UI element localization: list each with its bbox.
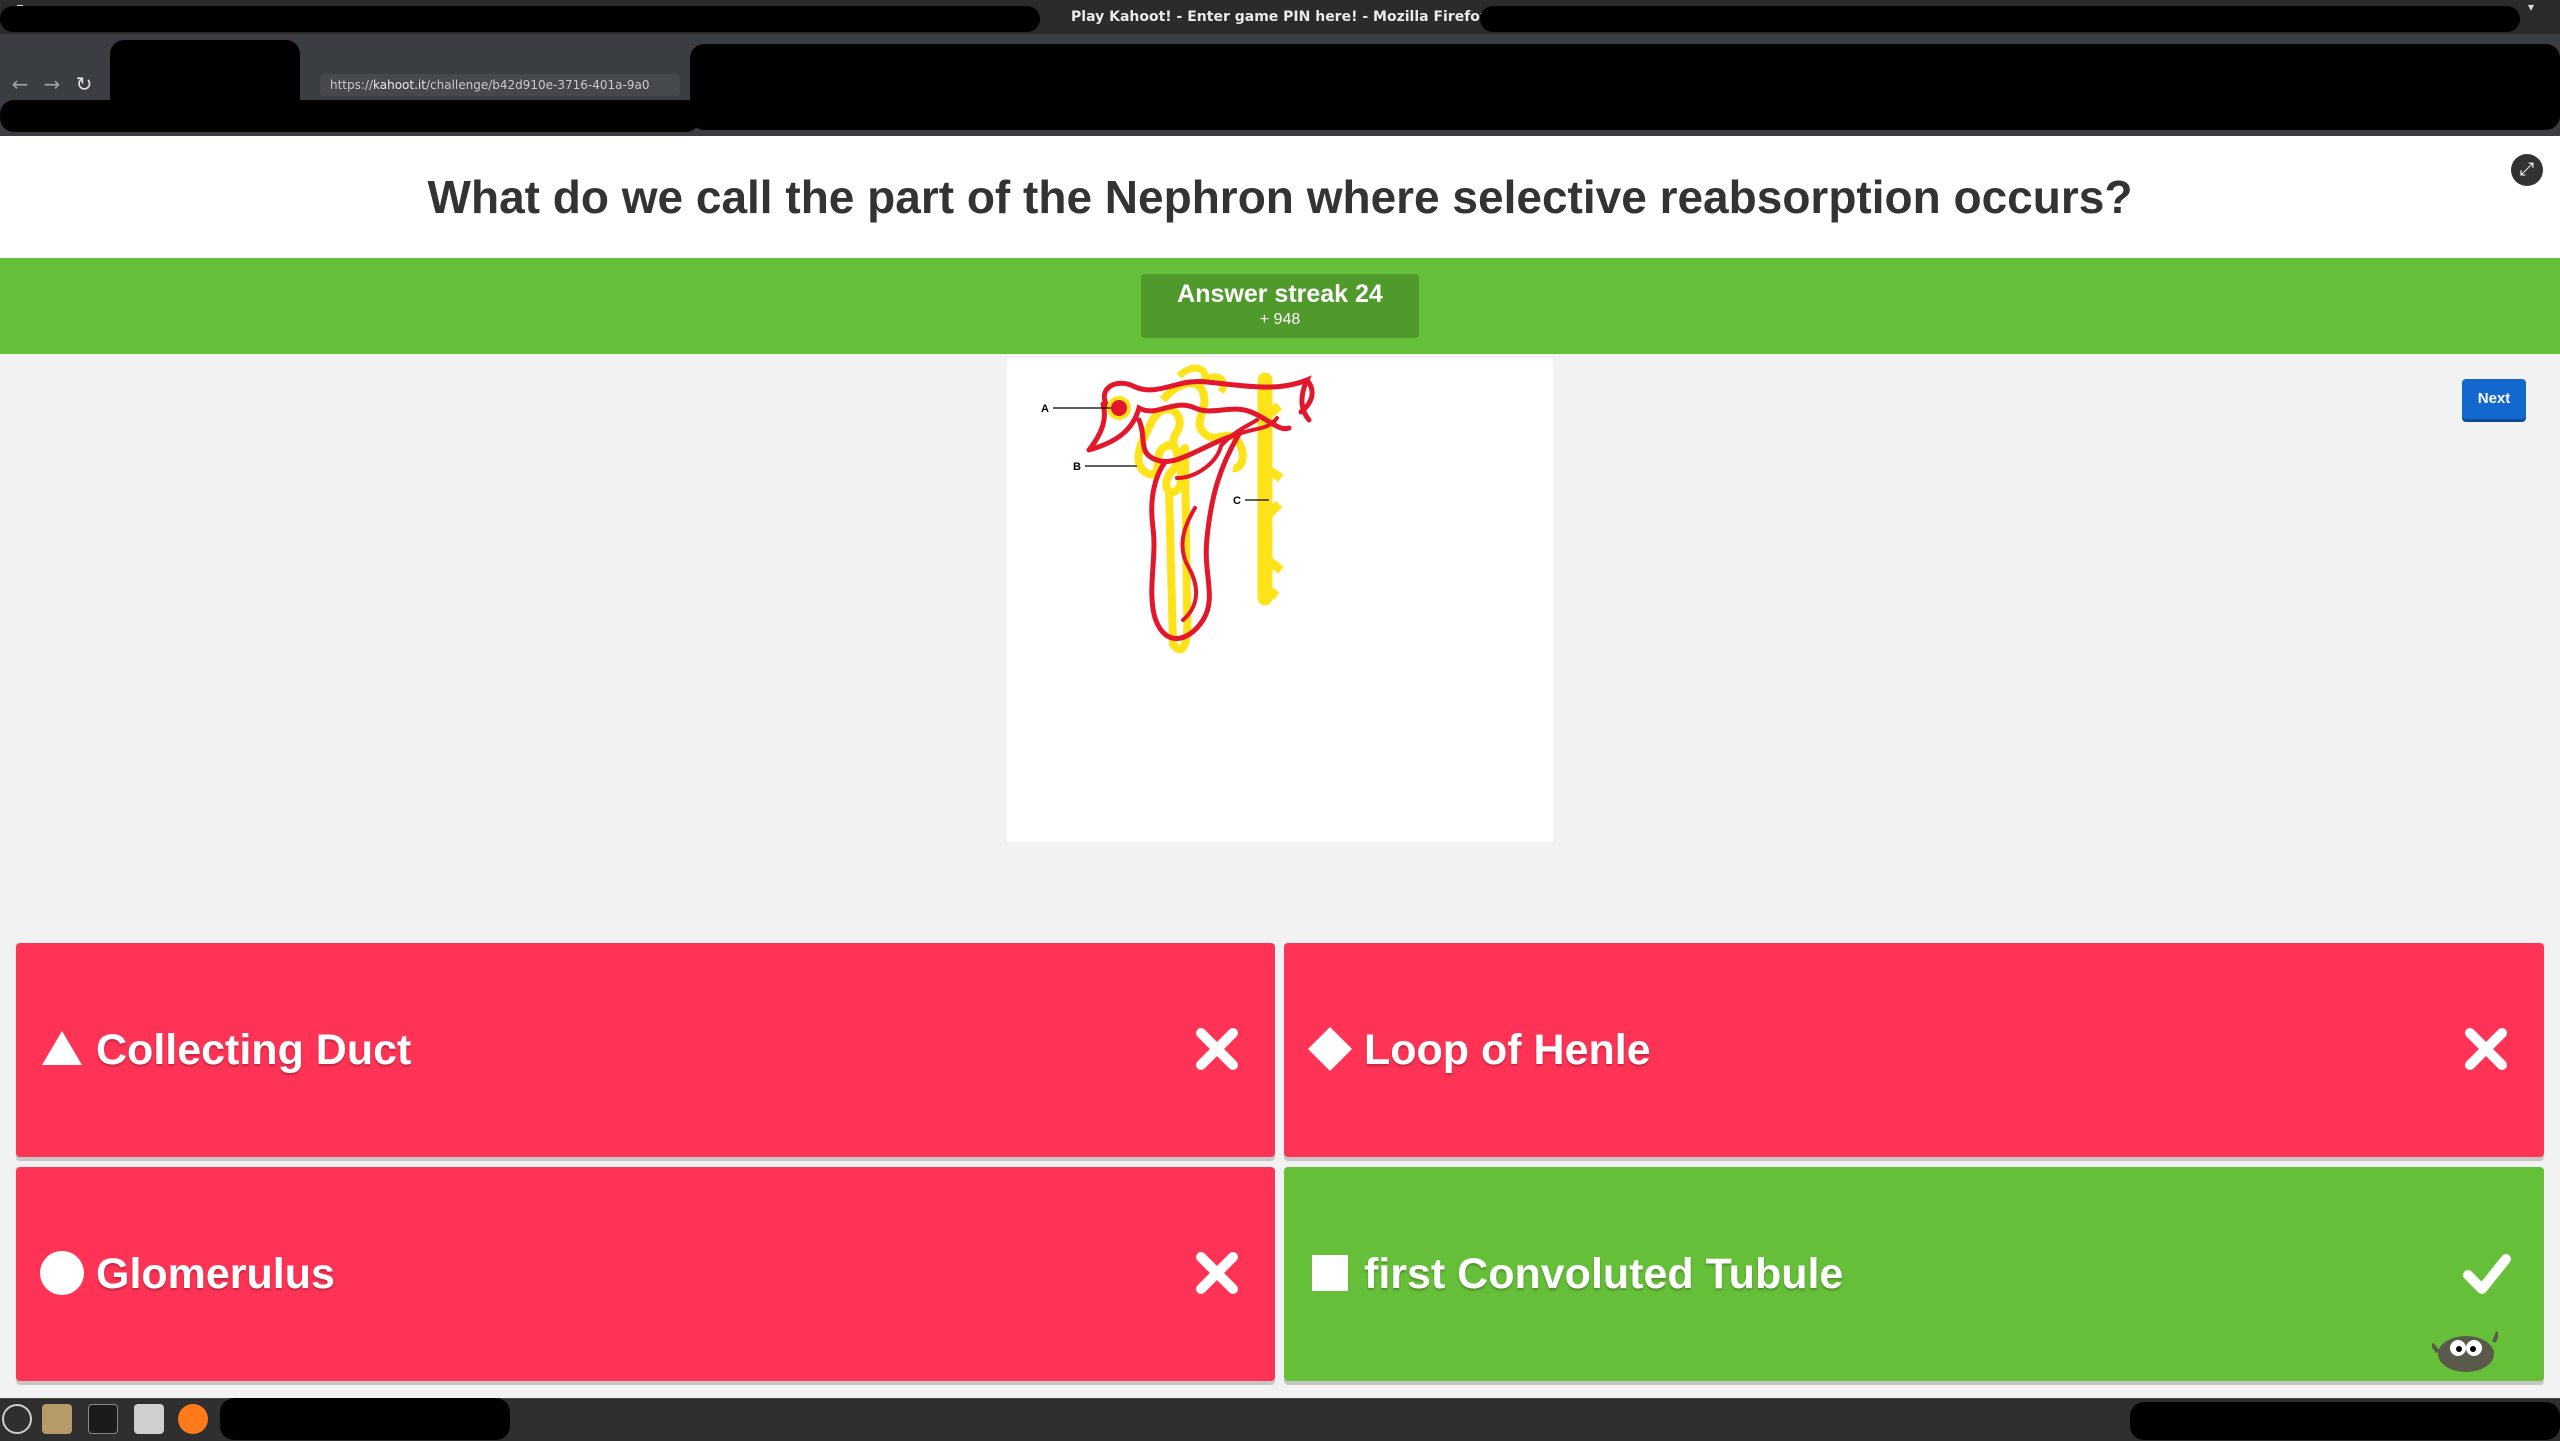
file-manager-icon[interactable]	[42, 1404, 72, 1434]
circle-icon	[40, 1251, 84, 1295]
answer-tile-triangle[interactable]: Collecting Duct	[16, 943, 1275, 1157]
gimp-mascot-icon	[2432, 1331, 2498, 1372]
redaction	[0, 6, 1040, 32]
fullscreen-icon[interactable]: ⤢	[2511, 154, 2543, 186]
next-button[interactable]: Next	[2462, 379, 2526, 419]
window-controls-icon[interactable]: ▾	[2528, 0, 2534, 14]
diagram-label-a: A	[1041, 403, 1049, 415]
firefox-icon[interactable]	[178, 1404, 208, 1434]
answer-label: Loop of Henle	[1364, 1026, 1651, 1074]
forward-arrow-icon[interactable]: →	[40, 72, 64, 96]
diagram-label-c: C	[1233, 495, 1241, 507]
url-prefix: https://	[330, 78, 374, 92]
redaction	[220, 1398, 510, 1440]
answer-label: first Convoluted Tubule	[1364, 1250, 1844, 1298]
redaction	[2130, 1402, 2560, 1440]
answer-label: Glomerulus	[96, 1250, 335, 1298]
text-editor-icon[interactable]	[134, 1404, 164, 1434]
reload-icon[interactable]: ↻	[72, 72, 96, 96]
start-menu-icon[interactable]	[2, 1404, 32, 1434]
terminal-icon[interactable]	[88, 1404, 118, 1434]
redaction	[690, 44, 2560, 130]
triangle-icon	[42, 1031, 82, 1065]
window-title: Play Kahoot! - Enter game PIN here! - Mo…	[1071, 9, 1489, 25]
cross-icon	[2465, 1028, 2507, 1070]
cross-icon	[1196, 1028, 1238, 1070]
cross-icon	[1196, 1252, 1238, 1294]
check-icon	[2463, 1254, 2511, 1294]
streak-box: Answer streak 24 + 948	[1141, 274, 1419, 338]
question-text: What do we call the part of the Nephron …	[427, 171, 2133, 223]
url-path: /challenge/b42d910e-3716-401a-9a0	[425, 78, 650, 92]
redaction	[1480, 6, 2520, 32]
answer-tile-circle[interactable]: Glomerulus	[16, 1167, 1275, 1381]
answer-tile-diamond[interactable]: Loop of Henle	[1284, 943, 2544, 1157]
square-icon	[1312, 1255, 1348, 1291]
answer-tile-square[interactable]: first Convoluted Tubule	[1284, 1167, 2544, 1381]
redaction	[0, 100, 700, 132]
streak-points: + 948	[1259, 311, 1301, 328]
url-host: kahoot.it	[373, 78, 426, 92]
nephron-diagram: A B C	[1041, 364, 1315, 654]
diagram-label-b: B	[1073, 461, 1081, 473]
back-arrow-icon[interactable]: ←	[8, 72, 32, 96]
url-bar[interactable]: https://kahoot.it/challenge/b42d910e-371…	[320, 74, 680, 96]
diamond-icon	[1308, 1027, 1352, 1071]
answer-label: Collecting Duct	[96, 1026, 412, 1074]
question-image: A B C	[1007, 358, 1553, 842]
question-header: What do we call the part of the Nephron …	[0, 136, 2560, 259]
streak-title: Answer streak 24	[1177, 280, 1383, 308]
